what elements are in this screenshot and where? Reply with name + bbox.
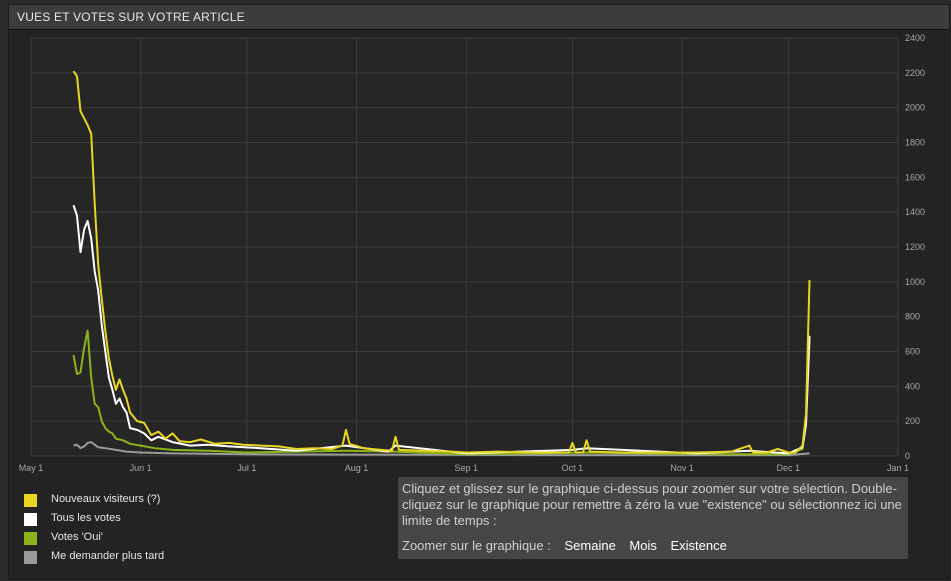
legend-swatch <box>24 532 37 545</box>
x-tick-label: Aug 1 <box>345 463 369 473</box>
zoom-controls: Zoomer sur le graphique : Semaine Mois E… <box>402 538 727 553</box>
x-tick-label: Jul 1 <box>237 463 256 473</box>
zoom-label: Zoomer sur le graphique : <box>402 538 551 553</box>
y-tick-label: 1600 <box>905 172 925 182</box>
y-tick-label: 2400 <box>905 33 925 43</box>
zoom-instructions: Cliquez et glissez sur le graphique ci-d… <box>402 481 902 528</box>
zoom-existence-link[interactable]: Existence <box>671 538 727 553</box>
y-tick-label: 2200 <box>905 68 925 78</box>
zoom-month-link[interactable]: Mois <box>629 538 656 553</box>
x-tick-label: May 1 <box>19 463 44 473</box>
legend-label: Nouveaux visiteurs (?) <box>51 493 161 505</box>
y-tick-label: 1200 <box>905 242 925 252</box>
y-tick-label: 0 <box>905 451 910 461</box>
x-tick-label: Jan 1 <box>887 463 909 473</box>
zoom-info-box: Cliquez et glissez sur le graphique ci-d… <box>398 477 908 559</box>
legend-swatch <box>24 494 37 507</box>
y-tick-label: 600 <box>905 347 920 357</box>
y-tick-label: 1800 <box>905 138 925 148</box>
y-tick-label: 800 <box>905 312 920 322</box>
zoom-week-link[interactable]: Semaine <box>564 538 615 553</box>
legend-label: Votes 'Oui' <box>51 531 103 543</box>
x-tick-label: Sep 1 <box>455 463 479 473</box>
legend-swatch <box>24 551 37 564</box>
x-tick-label: Dec 1 <box>777 463 801 473</box>
x-tick-label: Nov 1 <box>670 463 694 473</box>
y-tick-label: 2000 <box>905 103 925 113</box>
y-tick-label: 1400 <box>905 207 925 217</box>
legend-swatch <box>24 513 37 526</box>
legend-label: Me demander plus tard <box>51 550 165 562</box>
legend-label: Tous les votes <box>51 512 121 524</box>
y-tick-label: 200 <box>905 416 920 426</box>
y-tick-label: 1000 <box>905 277 925 287</box>
x-tick-label: Oct 1 <box>562 463 584 473</box>
x-tick-label: Jun 1 <box>130 463 152 473</box>
y-tick-label: 400 <box>905 381 920 391</box>
